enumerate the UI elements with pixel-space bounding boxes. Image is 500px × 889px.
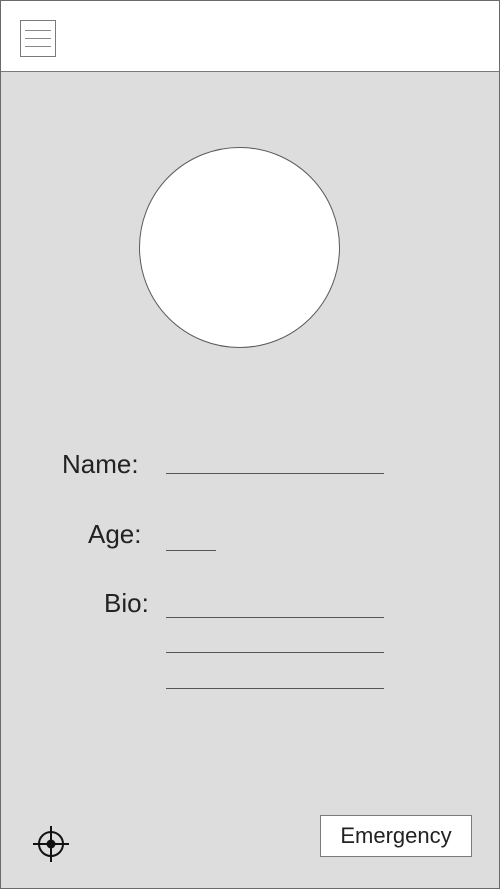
top-bar <box>1 1 499 71</box>
name-label: Name: <box>62 449 139 479</box>
bio-field-line-3[interactable] <box>166 688 384 689</box>
bio-label: Bio: <box>104 588 149 618</box>
crosshair-icon <box>33 826 69 862</box>
bio-field-line-1[interactable] <box>166 617 384 618</box>
avatar[interactable] <box>139 147 340 348</box>
name-field[interactable] <box>166 473 384 474</box>
menu-button[interactable] <box>20 20 56 57</box>
emergency-button[interactable]: Emergency <box>320 815 472 857</box>
bio-field-line-2[interactable] <box>166 652 384 653</box>
age-label: Age: <box>88 519 142 549</box>
age-field[interactable] <box>166 550 216 551</box>
location-button[interactable] <box>33 826 69 862</box>
